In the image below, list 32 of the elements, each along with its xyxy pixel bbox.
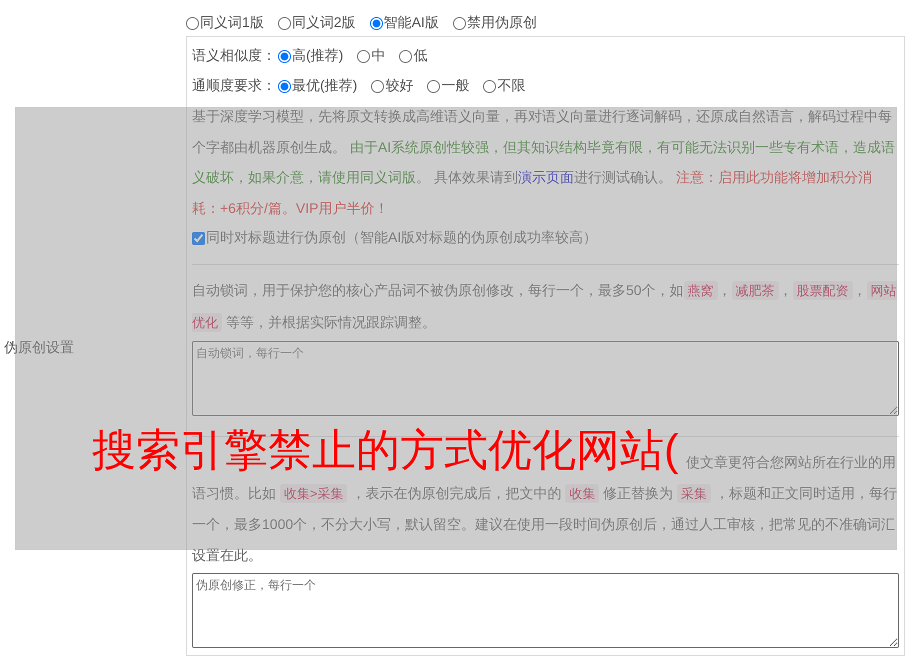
radio-label[interactable]: 中	[371, 47, 386, 65]
radio-label[interactable]: 禁用伪原创	[466, 14, 537, 32]
radio-label[interactable]: 智能AI版	[384, 14, 439, 32]
lock-words-field[interactable]: 自动锁词，每行一个	[192, 341, 899, 416]
radio-button[interactable]	[278, 80, 291, 92]
radio-button[interactable]	[278, 50, 291, 62]
checkbox[interactable]	[192, 232, 205, 244]
radio-label[interactable]: 高(推荐)	[292, 47, 344, 65]
option-label: 语义相似度：	[192, 47, 276, 65]
radio-label[interactable]: 低	[413, 47, 428, 65]
radio-button[interactable]	[452, 16, 466, 30]
radio-label[interactable]: 同义词1版	[200, 14, 264, 32]
demo-page-link[interactable]: 演示页面	[518, 169, 574, 185]
radio-button[interactable]	[357, 50, 370, 62]
description-text: 基于深度学习模型，先将原文转换成高维语义向量，再对语义向量进行逐词解码，还原成自然语言，解码过程中每个字都由机器原创生成。 由于AI系统原创性较强，但其知识结构毕竟有限，有可能无法识别一些专有术语，造成语义破坏，如果介意，请使用同义词版。 具体效果请到演示页面进行测试确认。 注意：启用此功能将增加积分消耗：+6积分/篇。VIP用户半价！	[192, 107, 896, 218]
lock-words-description: 自动锁词，用于保护您的核心产品词不被伪原创修改，每行一个，最多50个，如 燕窝 ， 减肥茶 ， 股票配资 ， 网站优化 等等，并根据实际情况跟踪调整。	[192, 280, 898, 334]
option-label: 通顺度要求：	[192, 77, 276, 95]
overlay-title: 搜索引擎禁止的方式优化网站(	[92, 425, 679, 477]
radio-button[interactable]	[371, 80, 384, 92]
corrections-field[interactable]: 伪原创修正，每行一个	[192, 573, 899, 648]
radio-button[interactable]	[483, 80, 496, 92]
radio-label[interactable]: 同义词2版	[292, 14, 356, 32]
radio-button[interactable]	[399, 50, 412, 62]
section-label: 伪原创设置	[4, 339, 74, 357]
radio-label[interactable]: 最优(推荐)	[292, 77, 358, 95]
radio-button[interactable]	[427, 80, 440, 92]
radio-label[interactable]: 较好	[385, 77, 414, 95]
radio-label[interactable]: 一般	[441, 77, 470, 95]
radio-button[interactable]	[186, 16, 199, 30]
radio-label[interactable]: 不限	[497, 77, 526, 95]
radio-button[interactable]	[278, 16, 291, 30]
radio-button[interactable]	[370, 16, 383, 30]
